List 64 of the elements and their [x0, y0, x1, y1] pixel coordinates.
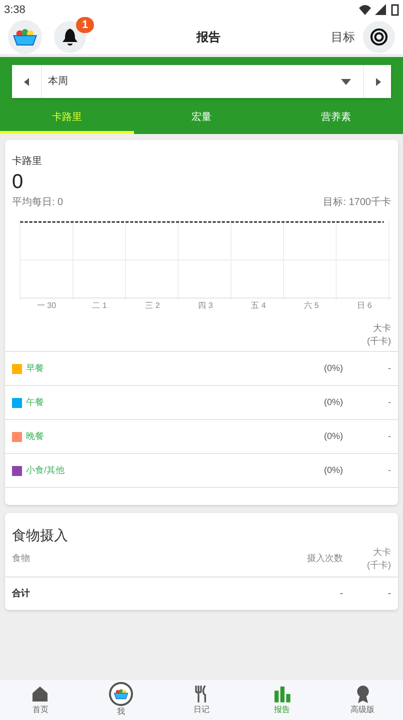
- axis-label: 二 1: [91, 300, 108, 312]
- axis-label: 四 3: [197, 300, 214, 312]
- dropdown-caret-icon: [341, 78, 351, 84]
- axis-label: 日 6: [356, 300, 373, 312]
- bell-icon: [60, 27, 80, 47]
- meal-percent: (0%): [322, 430, 343, 443]
- meal-percent: (0%): [322, 362, 343, 375]
- page-title: 报告: [196, 29, 220, 46]
- home-icon: [30, 684, 50, 704]
- nav-tab[interactable]: 我: [80, 680, 162, 720]
- period-value: 本周: [48, 74, 69, 89]
- meal-row[interactable]: 晚餐 (0%) -: [5, 419, 398, 453]
- meal-calories: -: [387, 464, 391, 477]
- salad-bowl-icon: [11, 27, 39, 47]
- daily-average: 平均每日: 0: [12, 196, 64, 210]
- period-dropdown[interactable]: 本周: [12, 65, 391, 98]
- meal-name: 小食/其他: [26, 464, 66, 477]
- column-header: 食物: [12, 552, 31, 566]
- calorie-total: 0: [11, 170, 24, 195]
- goal-label: 目标: [331, 29, 355, 46]
- meal-row[interactable]: 早餐 (0%) -: [5, 351, 398, 385]
- unit-label: 大卡: [373, 322, 391, 335]
- total-label: 合计: [12, 587, 31, 600]
- meal-percent: (0%): [322, 464, 343, 477]
- axis-label: 六 5: [303, 300, 320, 312]
- card-title: 卡路里: [11, 154, 43, 169]
- card-title: 食物摄入: [11, 526, 69, 545]
- report-tab[interactable]: 宏量: [134, 103, 269, 134]
- meal-name: 午餐: [26, 396, 45, 409]
- status-time: 3:38: [4, 2, 26, 18]
- unit-label: (千卡): [367, 335, 391, 348]
- nav-tab[interactable]: 高级版: [322, 680, 403, 720]
- nav-tab[interactable]: 报告: [242, 680, 322, 720]
- report-tab[interactable]: 卡路里: [0, 103, 134, 134]
- meal-calories: -: [387, 396, 391, 409]
- meal-calories: -: [387, 430, 391, 443]
- meal-name: 早餐: [26, 362, 45, 375]
- column-header: 摄入次数: [306, 552, 343, 566]
- nav-tab[interactable]: 首页: [0, 680, 81, 720]
- target-icon: [369, 27, 389, 47]
- meal-row[interactable]: 小食/其他 (0%) -: [5, 453, 398, 487]
- notification-button[interactable]: [54, 21, 86, 53]
- axis-label: 一 30: [36, 300, 58, 312]
- avatar-button[interactable]: [8, 20, 42, 54]
- axis-label: 五 4: [250, 300, 267, 312]
- nav-tab[interactable]: 日记: [161, 680, 242, 720]
- meal-row[interactable]: 午餐 (0%) -: [5, 385, 398, 419]
- meal-calories: -: [387, 362, 391, 375]
- target-button[interactable]: [363, 21, 395, 53]
- bar-chart-icon: [272, 684, 292, 704]
- wifi-icon: [359, 4, 371, 16]
- signal-icon: [375, 4, 387, 16]
- total-calories: -: [387, 587, 391, 600]
- battery-icon: [391, 4, 399, 16]
- salad-bowl-icon: [112, 688, 129, 700]
- calorie-goal: 目标: 1700千卡: [323, 196, 391, 210]
- axis-label: 三 2: [144, 300, 161, 312]
- left-arrow-icon: [22, 78, 30, 86]
- meal-name: 晚餐: [26, 430, 45, 443]
- total-count: -: [339, 587, 343, 600]
- right-arrow-icon: [374, 78, 382, 86]
- meal-percent: (0%): [322, 396, 343, 409]
- report-tab[interactable]: 营养素: [268, 103, 403, 134]
- column-header: 大卡 (千卡): [366, 546, 391, 572]
